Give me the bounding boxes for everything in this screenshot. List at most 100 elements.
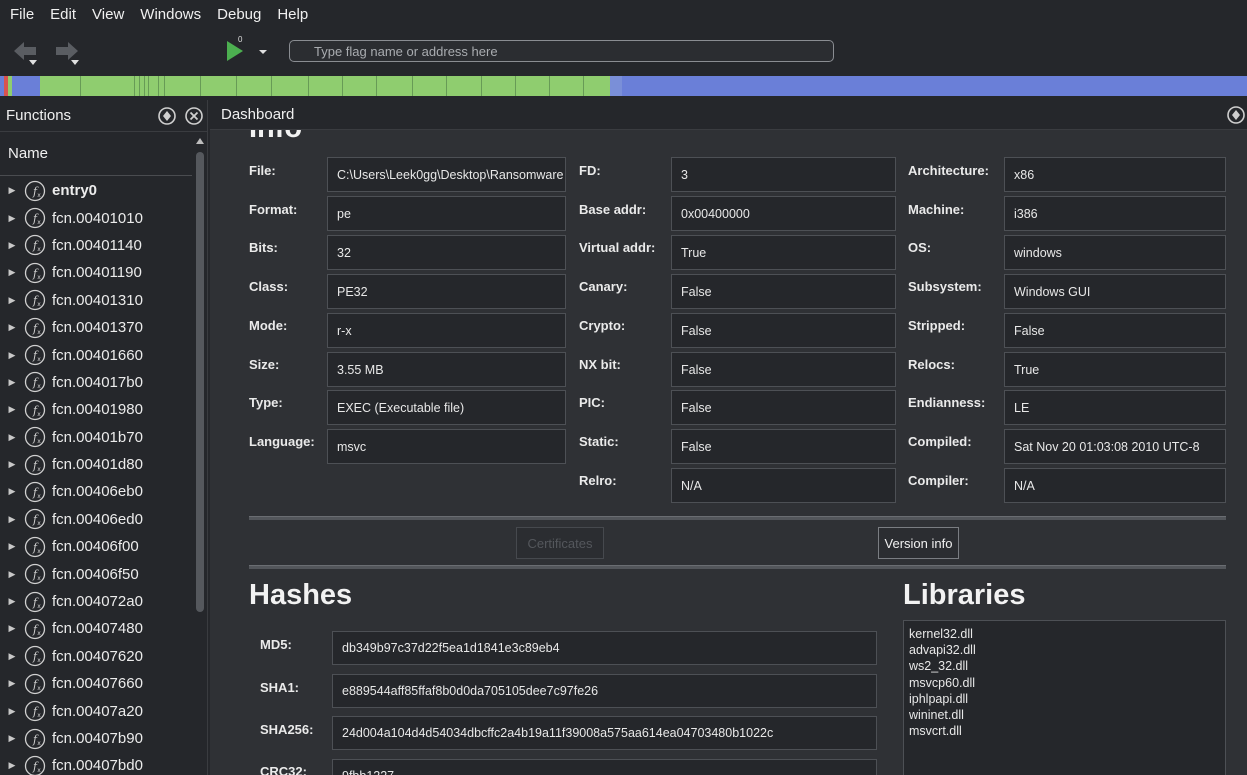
function-list-item[interactable]: ▶ f x entry0 xyxy=(0,177,192,204)
expand-arrow-icon[interactable]: ▶ xyxy=(0,541,24,552)
pic-value[interactable]: False xyxy=(671,390,896,425)
canary-value[interactable]: False xyxy=(671,274,896,309)
library-item[interactable]: advapi32.dll xyxy=(909,642,1220,658)
function-list-item[interactable]: ▶ f x fcn.00401d80 xyxy=(0,451,192,478)
expand-arrow-icon[interactable]: ▶ xyxy=(0,459,24,470)
library-item[interactable]: kernel32.dll xyxy=(909,626,1220,642)
relro-value[interactable]: N/A xyxy=(671,468,896,503)
function-list-item[interactable]: ▶ f x fcn.00407bd0 xyxy=(0,752,192,775)
library-item[interactable]: ws2_32.dll xyxy=(909,658,1220,674)
menu-windows[interactable]: Windows xyxy=(132,0,209,30)
md5-value[interactable]: db349b97c37d22f5ea1d1841e3c89eb4 xyxy=(332,631,877,665)
menu-help[interactable]: Help xyxy=(269,0,316,30)
static-value[interactable]: False xyxy=(671,429,896,464)
function-list-item[interactable]: ▶ f x fcn.00407a20 xyxy=(0,697,192,724)
sha1-value[interactable]: e889544aff85ffaf8b0d0da705105dee7c97fe26 xyxy=(332,674,877,708)
menu-debug[interactable]: Debug xyxy=(209,0,269,30)
expand-arrow-icon[interactable]: ▶ xyxy=(0,213,24,224)
certificates-button[interactable]: Certificates xyxy=(516,527,604,559)
libraries-list[interactable]: kernel32.dll advapi32.dll ws2_32.dll msvcp6… xyxy=(903,620,1226,775)
expand-arrow-icon[interactable]: ▶ xyxy=(0,267,24,278)
architecture-value[interactable]: x86 xyxy=(1004,157,1226,192)
function-list-item[interactable]: ▶ f x fcn.00401190 xyxy=(0,259,192,286)
functions-scrollbar[interactable] xyxy=(193,134,207,775)
expand-arrow-icon[interactable]: ▶ xyxy=(0,569,24,580)
function-list-item[interactable]: ▶ f x fcn.00401370 xyxy=(0,314,192,341)
mode-value[interactable]: r-x xyxy=(327,313,566,348)
expand-arrow-icon[interactable]: ▶ xyxy=(0,486,24,497)
library-item[interactable]: iphlpapi.dll xyxy=(909,691,1220,707)
menu-edit[interactable]: Edit xyxy=(42,0,84,30)
os-value[interactable]: windows xyxy=(1004,235,1226,270)
function-list-item[interactable]: ▶ f x fcn.00401660 xyxy=(0,341,192,368)
expand-arrow-icon[interactable]: ▶ xyxy=(0,377,24,388)
expand-arrow-icon[interactable]: ▶ xyxy=(0,295,24,306)
forward-button[interactable] xyxy=(52,38,88,66)
library-item[interactable]: msvcp60.dll xyxy=(909,675,1220,691)
function-list-item[interactable]: ▶ f x fcn.00407620 xyxy=(0,643,192,670)
expand-arrow-icon[interactable]: ▶ xyxy=(0,350,24,361)
crypto-value[interactable]: False xyxy=(671,313,896,348)
function-list-item[interactable]: ▶ f x fcn.004072a0 xyxy=(0,588,192,615)
back-button[interactable] xyxy=(10,38,46,66)
size-value[interactable]: 3.55 MB xyxy=(327,352,566,387)
scrollbar-thumb[interactable] xyxy=(196,152,204,612)
expand-arrow-icon[interactable]: ▶ xyxy=(0,733,24,744)
scroll-up-icon[interactable] xyxy=(195,136,205,146)
debug-dropdown-button[interactable] xyxy=(256,44,270,58)
function-list-item[interactable]: ▶ f x fcn.00401310 xyxy=(0,287,192,314)
endianness-value[interactable]: LE xyxy=(1004,390,1226,425)
close-icon[interactable] xyxy=(185,107,203,125)
nx-bit-value[interactable]: False xyxy=(671,352,896,387)
virtual-addr-value[interactable]: True xyxy=(671,235,896,270)
function-list-item[interactable]: ▶ f x fcn.004017b0 xyxy=(0,369,192,396)
machine-value[interactable]: i386 xyxy=(1004,196,1226,231)
expand-arrow-icon[interactable]: ▶ xyxy=(0,596,24,607)
expand-arrow-icon[interactable]: ▶ xyxy=(0,706,24,717)
type-value[interactable]: EXEC (Executable file) xyxy=(327,390,566,425)
menu-view[interactable]: View xyxy=(84,0,132,30)
relocs-value[interactable]: True xyxy=(1004,352,1226,387)
expand-arrow-icon[interactable]: ▶ xyxy=(0,651,24,662)
version-info-button[interactable]: Version info xyxy=(878,527,959,559)
class-value[interactable]: PE32 xyxy=(327,274,566,309)
library-item[interactable]: wininet.dll xyxy=(909,707,1220,723)
expand-arrow-icon[interactable]: ▶ xyxy=(0,322,24,333)
function-list-item[interactable]: ▶ f x fcn.00407480 xyxy=(0,615,192,642)
float-panel-icon[interactable] xyxy=(158,107,176,125)
expand-arrow-icon[interactable]: ▶ xyxy=(0,623,24,634)
fd-value[interactable]: 3 xyxy=(671,157,896,192)
base-addr-value[interactable]: 0x00400000 xyxy=(671,196,896,231)
function-list-item[interactable]: ▶ f x fcn.00407b90 xyxy=(0,725,192,752)
format-value[interactable]: pe xyxy=(327,196,566,231)
function-list-item[interactable]: ▶ f x fcn.00401140 xyxy=(0,232,192,259)
compiled-value[interactable]: Sat Nov 20 01:03:08 2010 UTC-8 xyxy=(1004,429,1226,464)
flag-search-input[interactable] xyxy=(289,40,834,62)
expand-arrow-icon[interactable]: ▶ xyxy=(0,432,24,443)
function-list-item[interactable]: ▶ f x fcn.00406f00 xyxy=(0,533,192,560)
function-list-item[interactable]: ▶ f x fcn.00407660 xyxy=(0,670,192,697)
expand-arrow-icon[interactable]: ▶ xyxy=(0,404,24,415)
function-list-item[interactable]: ▶ f x fcn.00401b70 xyxy=(0,424,192,451)
float-panel-icon[interactable] xyxy=(1227,106,1245,124)
expand-arrow-icon[interactable]: ▶ xyxy=(0,240,24,251)
language-value[interactable]: msvc xyxy=(327,429,566,464)
crc32-value[interactable]: 9fbb1227 xyxy=(332,759,877,775)
expand-arrow-icon[interactable]: ▶ xyxy=(0,514,24,525)
overview-bar[interactable] xyxy=(0,76,1247,96)
function-list-item[interactable]: ▶ f x fcn.00406eb0 xyxy=(0,478,192,505)
expand-arrow-icon[interactable]: ▶ xyxy=(0,185,24,196)
function-list-item[interactable]: ▶ f x fcn.00401980 xyxy=(0,396,192,423)
start-debug-button[interactable]: 0 xyxy=(224,35,248,64)
menu-file[interactable]: File xyxy=(2,0,42,30)
function-list-item[interactable]: ▶ f x fcn.00406f50 xyxy=(0,560,192,587)
sha256-value[interactable]: 24d004a104d4d54034dbcffc2a4b19a11f39008a… xyxy=(332,716,877,750)
name-column-header[interactable]: Name xyxy=(0,132,192,176)
expand-arrow-icon[interactable]: ▶ xyxy=(0,678,24,689)
function-list-item[interactable]: ▶ f x fcn.00406ed0 xyxy=(0,506,192,533)
stripped-value[interactable]: False xyxy=(1004,313,1226,348)
subsystem-value[interactable]: Windows GUI xyxy=(1004,274,1226,309)
library-item[interactable]: msvcrt.dll xyxy=(909,723,1220,739)
function-list-item[interactable]: ▶ f x fcn.00401010 xyxy=(0,204,192,231)
bits-value[interactable]: 32 xyxy=(327,235,566,270)
